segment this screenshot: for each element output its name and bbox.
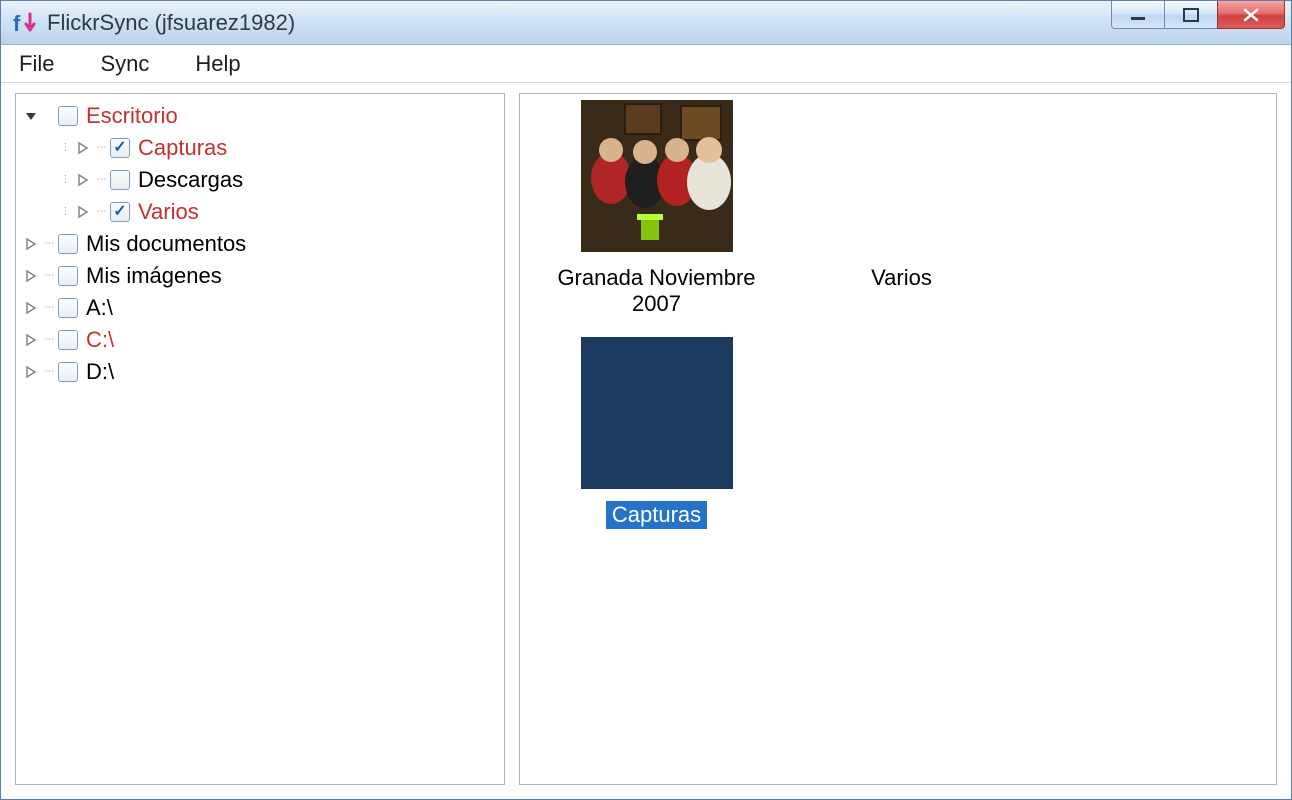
tree-label[interactable]: Varios bbox=[138, 199, 199, 225]
app-icon: f bbox=[11, 9, 39, 37]
expander-icon[interactable] bbox=[74, 203, 92, 221]
expander-icon[interactable] bbox=[22, 107, 40, 125]
tree-node-mis-documentos[interactable]: ⋯ Mis documentos bbox=[22, 228, 498, 260]
tree-dots: ⋮ bbox=[60, 175, 72, 185]
tree-label[interactable]: Descargas bbox=[138, 167, 243, 193]
thumbnail-image[interactable] bbox=[581, 337, 733, 489]
tree-label[interactable]: Mis imágenes bbox=[86, 263, 222, 289]
title-bar: f FlickrSync (jfsuarez1982) bbox=[1, 1, 1291, 45]
thumbnail-item[interactable]: Capturas bbox=[534, 337, 779, 529]
tree-label[interactable]: Escritorio bbox=[86, 103, 178, 129]
tree-dots: ⋯ bbox=[96, 207, 108, 217]
tree-label[interactable]: Mis documentos bbox=[86, 231, 246, 257]
tree-label[interactable]: D:\ bbox=[86, 359, 114, 385]
thumbnail-label[interactable]: Capturas bbox=[606, 501, 707, 529]
tree-node-a-drive[interactable]: ⋯ A:\ bbox=[22, 292, 498, 324]
checkbox[interactable] bbox=[58, 234, 78, 254]
expander-icon[interactable] bbox=[74, 171, 92, 189]
thumbnail-grid: Granada Noviembre 2007 Varios Capturas bbox=[534, 100, 1262, 547]
menu-sync[interactable]: Sync bbox=[94, 47, 155, 81]
tree-dots: ⋯ bbox=[96, 175, 108, 185]
maximize-button[interactable] bbox=[1164, 1, 1218, 29]
tree-dots: ⋯ bbox=[96, 143, 108, 153]
client-area: Escritorio ⋮ ⋯ Capturas ⋮ ⋯ Descargas bbox=[1, 83, 1291, 799]
tree-node-descargas[interactable]: ⋮ ⋯ Descargas bbox=[22, 164, 498, 196]
checkbox[interactable] bbox=[58, 330, 78, 350]
checkbox[interactable] bbox=[110, 170, 130, 190]
menu-bar: File Sync Help bbox=[1, 45, 1291, 83]
thumbnail-panel: Granada Noviembre 2007 Varios Capturas bbox=[519, 93, 1277, 785]
tree-node-varios[interactable]: ⋮ ⋯ Varios bbox=[22, 196, 498, 228]
checkbox[interactable] bbox=[110, 138, 130, 158]
tree-dots: ⋯ bbox=[44, 303, 56, 313]
thumbnail-image[interactable] bbox=[581, 100, 733, 252]
expander-icon[interactable] bbox=[22, 363, 40, 381]
thumbnail-item[interactable]: Varios bbox=[779, 100, 1024, 319]
tree-dots: ⋯ bbox=[44, 367, 56, 377]
tree-dots: ⋯ bbox=[44, 335, 56, 345]
tree-dots: ⋮ bbox=[60, 143, 72, 153]
thumbnail-item[interactable]: Granada Noviembre 2007 bbox=[534, 100, 779, 319]
window-title: FlickrSync (jfsuarez1982) bbox=[47, 10, 295, 36]
tree-node-d-drive[interactable]: ⋯ D:\ bbox=[22, 356, 498, 388]
minimize-button[interactable] bbox=[1111, 1, 1165, 29]
tree-node-mis-imagenes[interactable]: ⋯ Mis imágenes bbox=[22, 260, 498, 292]
tree-label[interactable]: A:\ bbox=[86, 295, 113, 321]
close-button[interactable] bbox=[1217, 1, 1285, 29]
expander-icon[interactable] bbox=[74, 139, 92, 157]
checkbox[interactable] bbox=[110, 202, 130, 222]
tree-label[interactable]: C:\ bbox=[86, 327, 114, 353]
expander-icon[interactable] bbox=[22, 267, 40, 285]
window-controls bbox=[1112, 1, 1285, 29]
tree-node-c-drive[interactable]: ⋯ C:\ bbox=[22, 324, 498, 356]
tree-dots: ⋯ bbox=[44, 239, 56, 249]
thumbnail-image[interactable] bbox=[826, 100, 978, 252]
thumbnail-label[interactable]: Granada Noviembre 2007 bbox=[534, 264, 779, 319]
menu-file[interactable]: File bbox=[13, 47, 60, 81]
thumbnail-label[interactable]: Varios bbox=[865, 264, 938, 292]
checkbox[interactable] bbox=[58, 298, 78, 318]
menu-help[interactable]: Help bbox=[189, 47, 246, 81]
svg-text:f: f bbox=[13, 11, 21, 36]
checkbox[interactable] bbox=[58, 266, 78, 286]
tree-node-escritorio[interactable]: Escritorio bbox=[22, 100, 498, 132]
folder-tree-panel: Escritorio ⋮ ⋯ Capturas ⋮ ⋯ Descargas bbox=[15, 93, 505, 785]
tree-dots: ⋯ bbox=[44, 271, 56, 281]
tree-dots: ⋮ bbox=[60, 207, 72, 217]
folder-tree: Escritorio ⋮ ⋯ Capturas ⋮ ⋯ Descargas bbox=[22, 100, 498, 388]
expander-icon[interactable] bbox=[22, 235, 40, 253]
tree-node-capturas[interactable]: ⋮ ⋯ Capturas bbox=[22, 132, 498, 164]
checkbox[interactable] bbox=[58, 362, 78, 382]
checkbox[interactable] bbox=[58, 106, 78, 126]
expander-icon[interactable] bbox=[22, 299, 40, 317]
tree-label[interactable]: Capturas bbox=[138, 135, 227, 161]
expander-icon[interactable] bbox=[22, 331, 40, 349]
